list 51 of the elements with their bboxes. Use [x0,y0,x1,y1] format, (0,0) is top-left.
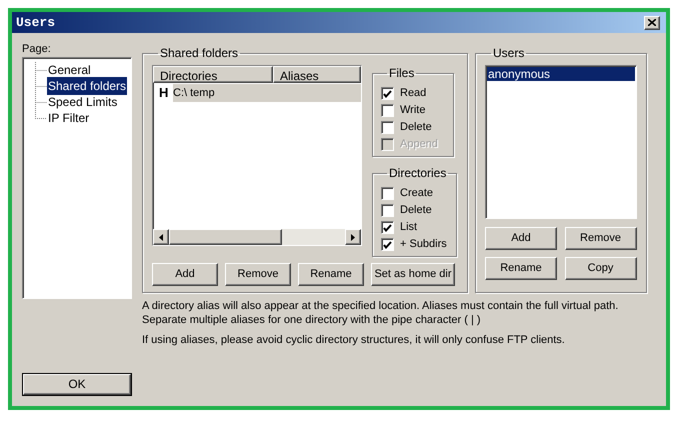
push-button[interactable]: Remove [564,227,636,250]
checkbox-label: Delete [400,120,432,136]
checkbox[interactable] [381,238,394,251]
tree-connector [35,78,47,94]
push-button[interactable]: Rename [298,263,364,286]
close-button[interactable] [644,16,660,30]
left-arrow-icon [159,234,163,240]
tree-item[interactable]: Shared folders [47,77,128,95]
scroll-right-button[interactable] [345,229,361,245]
tree-item[interactable]: General [47,61,92,79]
checkbox-label: Write [400,103,426,118]
group-title: Users [493,46,524,60]
home-marker: H [158,84,170,102]
group-title: Files [389,66,414,80]
checkbox[interactable] [381,87,394,100]
push-button[interactable]: Set as home dir [371,263,455,286]
window-title: Users [16,14,56,32]
check-icon [383,90,392,98]
checkbox[interactable] [381,121,394,134]
checkbox-label: + Subdirs [400,237,447,252]
user-item[interactable]: anonymous [487,67,635,81]
push-button[interactable]: Remove [225,263,291,286]
column-header[interactable]: Aliases [273,66,361,83]
group-title: Directories [389,166,446,180]
group-title: Shared folders [160,46,238,60]
checkbox-label: Create [400,186,434,202]
checkbox-label: Delete [400,203,432,218]
checkbox[interactable] [381,204,394,217]
scroll-left-button[interactable] [153,229,169,245]
scroll-thumb[interactable] [169,229,282,245]
page-label: Page: [22,42,52,57]
info-text: A directory alias will also appear at the specified location. Aliases must contain the full virtual path. Separate multiple aliases for one directory with the pipe character ( | ) [142,299,620,327]
directory-row[interactable]: C:\ temp [173,84,361,102]
ok-button[interactable]: OK [23,374,131,394]
right-arrow-icon [351,234,355,240]
tree-item[interactable]: Speed Limits [47,93,118,111]
column-header[interactable]: Directories [153,66,273,83]
checkbox-label: Read [400,86,426,102]
checkbox[interactable] [381,221,394,234]
horizontal-scrollbar[interactable] [153,229,361,245]
checkbox-label: List [400,220,418,236]
push-button[interactable]: Add [152,263,218,286]
close-icon [648,19,656,26]
push-button[interactable]: Rename [485,257,557,280]
tree-connector [35,62,47,78]
tree-item[interactable]: IP Filter [47,109,90,127]
info-text: If using aliases, please avoid cyclic directory structures, it will only confuse FTP clients. [142,333,566,347]
push-button[interactable]: Add [485,227,557,250]
checkbox[interactable] [381,187,394,200]
checkbox[interactable] [381,104,394,117]
push-button[interactable]: Copy [564,257,636,280]
